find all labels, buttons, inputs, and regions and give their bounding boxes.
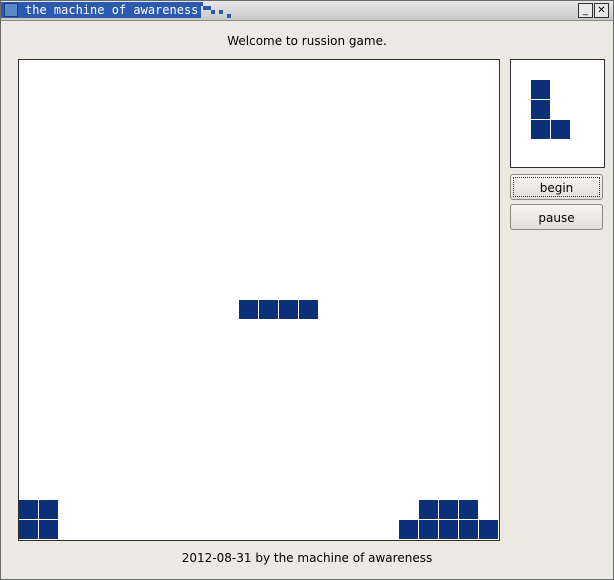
settled-block [459, 520, 479, 540]
game-board[interactable] [18, 59, 500, 541]
welcome-message: Welcome to russion game. [227, 34, 387, 48]
next-piece-block [531, 80, 551, 100]
close-button[interactable]: ✕ [594, 3, 609, 18]
title-decoration [199, 2, 239, 20]
settled-block [419, 520, 439, 540]
settled-block [419, 500, 439, 520]
begin-button[interactable]: begin [510, 174, 603, 200]
settled-block [479, 520, 499, 540]
title-bar[interactable]: the machine of awareness _ ✕ [1, 1, 613, 21]
next-piece-preview [510, 59, 605, 168]
next-piece-block [531, 100, 551, 120]
settled-block [439, 520, 459, 540]
pause-button[interactable]: pause [510, 204, 603, 230]
settled-block [39, 500, 59, 520]
settled-block [19, 500, 39, 520]
next-piece-block [551, 120, 571, 140]
settled-block [19, 520, 39, 540]
falling-block [279, 300, 299, 320]
next-piece-block [531, 120, 551, 140]
settled-block [439, 500, 459, 520]
falling-block [239, 300, 259, 320]
window-title: the machine of awareness [1, 2, 201, 18]
settled-block [459, 500, 479, 520]
settled-block [399, 520, 419, 540]
falling-block [259, 300, 279, 320]
app-icon[interactable] [4, 3, 18, 17]
settled-block [39, 520, 59, 540]
footer-credit: 2012-08-31 by the machine of awareness [181, 551, 433, 565]
minimize-button[interactable]: _ [578, 3, 593, 18]
falling-block [299, 300, 319, 320]
app-window: the machine of awareness _ ✕ Welcome to … [0, 0, 614, 580]
